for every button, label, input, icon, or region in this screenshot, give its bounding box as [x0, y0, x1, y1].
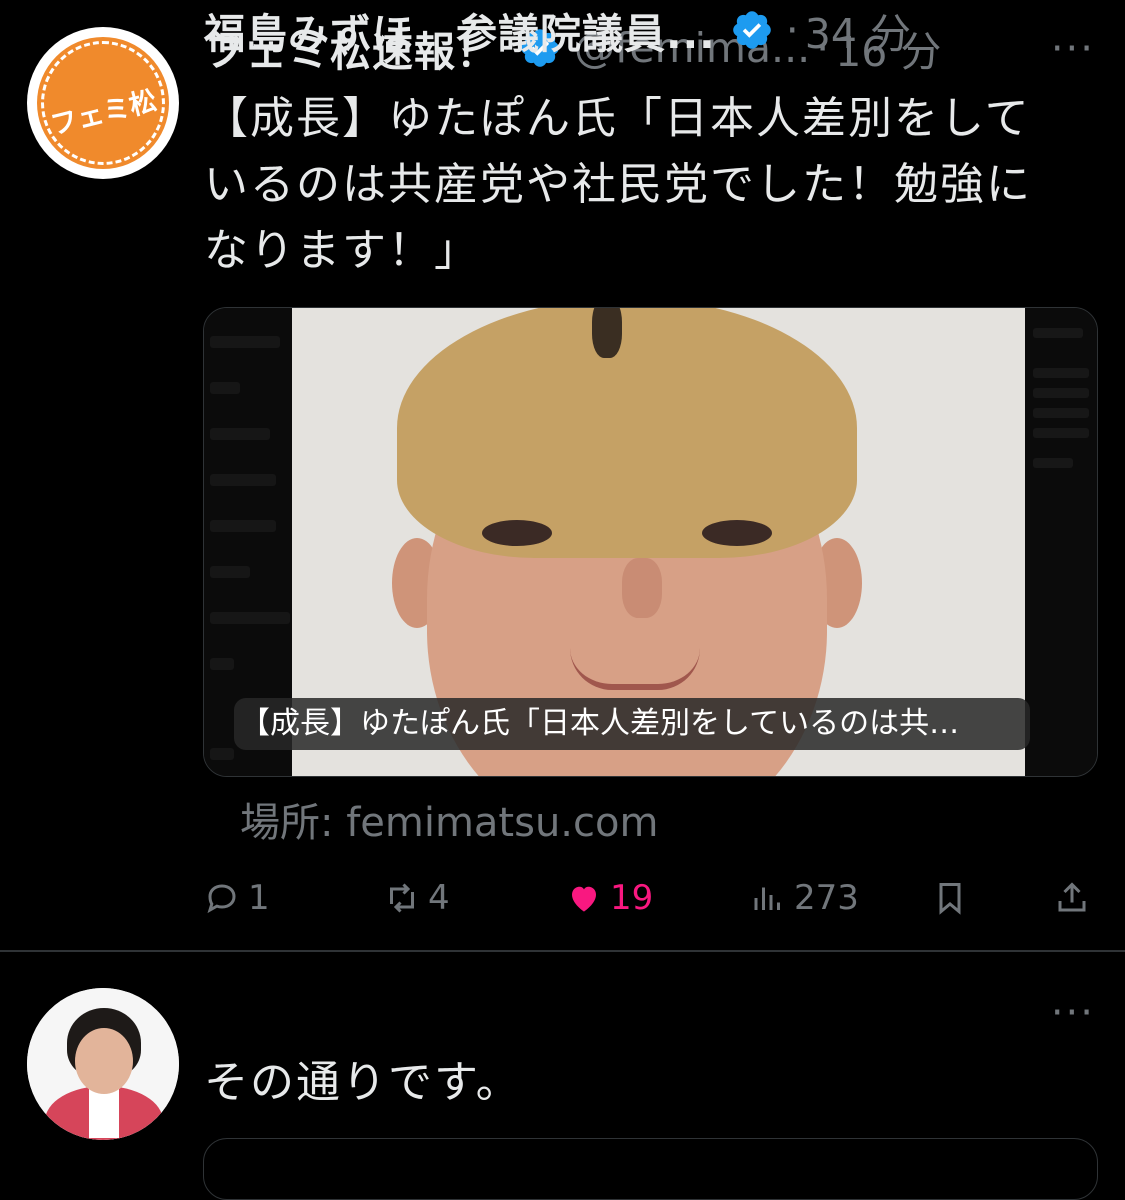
tweet-text-line: その通りです。 [204, 1057, 522, 1108]
action-bar: 1 4 19 273 [204, 870, 1094, 926]
more-options-icon[interactable]: ··· [1051, 990, 1095, 1036]
share-button[interactable] [1054, 870, 1098, 926]
analytics-icon [754, 887, 780, 910]
heart-icon [572, 886, 596, 912]
bookmark-button[interactable] [932, 870, 976, 926]
views-button[interactable]: 273 [750, 870, 859, 926]
share-icon [1058, 882, 1086, 912]
reply-icon [207, 884, 236, 914]
more-options-icon[interactable]: ··· [1051, 26, 1095, 72]
link-source[interactable]: 場所: femimatsu.com [240, 790, 658, 848]
separator-dot: · [785, 6, 799, 54]
like-button[interactable]: 19 [566, 870, 653, 926]
avatar[interactable]: フェミ松 [27, 27, 179, 179]
tweet-text-line: いるのは共産党や社民党でした！勉強に [204, 159, 1032, 210]
tweet-text-line: なります！」 [204, 225, 480, 276]
link-card[interactable] [203, 1138, 1098, 1200]
tweet-text-line: 【成長】ゆたぽん氏「日本人差別をして [204, 93, 1031, 144]
link-card-title[interactable]: 【成長】ゆたぽん氏「日本人差別をしているのは共… [234, 698, 1030, 750]
retweet-count: 4 [428, 878, 450, 918]
avatar[interactable] [27, 988, 179, 1140]
retweet-icon [390, 883, 414, 913]
display-name[interactable]: 福島みずほ 参議院議員... [204, 0, 716, 60]
bookmark-icon [939, 883, 961, 915]
like-count: 19 [610, 878, 654, 918]
reply-count: 1 [248, 878, 270, 918]
retweet-button[interactable]: 4 [384, 870, 450, 926]
avatar-logo: フェミ松 [37, 37, 169, 169]
tweet-text: 【成長】ゆたぽん氏「日本人差別をして いるのは共産党や社民党でした！勉強に なり… [204, 86, 1075, 284]
tweet-header: 福島みずほ 参議院議員... · 34 分 [204, 0, 911, 60]
tweet[interactable]: フェミ松 フェミ松速報！ @femima... · 16 分 ··· 【成長】ゆ… [0, 0, 1125, 950]
reply-button[interactable]: 1 [204, 870, 270, 926]
verified-badge-icon [732, 11, 771, 49]
tweet-text: その通りです。 [204, 1050, 1075, 1116]
views-count: 273 [794, 878, 859, 918]
link-card-image[interactable]: 【成長】ゆたぽん氏「日本人差別をしているのは共… [203, 307, 1098, 777]
timestamp[interactable]: 34 分 [805, 0, 911, 60]
background-ui-right [1025, 308, 1097, 776]
